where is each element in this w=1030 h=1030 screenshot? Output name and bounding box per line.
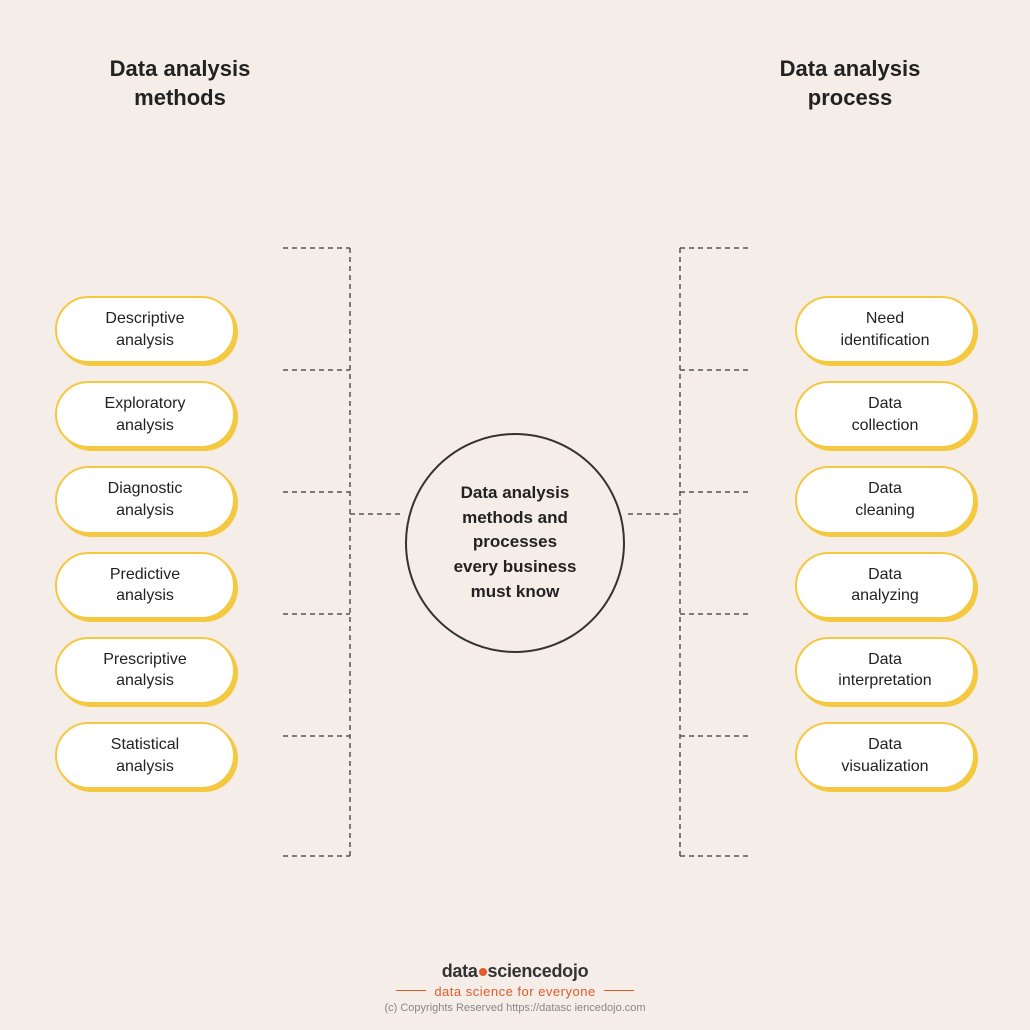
left-section-title: Data analysis methods: [80, 55, 280, 112]
pill-data-visualization: Data visualization: [795, 722, 975, 789]
logo: datasciencedojo: [384, 961, 645, 982]
center-text: Data analysis methods and processes ever…: [454, 481, 577, 604]
main-container: Data analysis methods Data analysis proc…: [0, 0, 1030, 1030]
footer: datasciencedojo data science for everyon…: [384, 953, 645, 1030]
tagline-dash-left: [396, 990, 426, 992]
pill-predictive: Predictive analysis: [55, 552, 235, 619]
logo-part1: data: [442, 961, 478, 981]
copyright-text: (c) Copyrights Reserved https://datasc i…: [384, 1002, 645, 1014]
right-section-title: Data analysis process: [750, 55, 950, 112]
tagline-dash-right: [604, 990, 634, 992]
pill-prescriptive: Prescriptive analysis: [55, 637, 235, 704]
pill-data-cleaning: Data cleaning: [795, 466, 975, 533]
center-area: Data analysis methods and processes ever…: [405, 433, 625, 653]
pill-data-collection: Data collection: [795, 381, 975, 448]
pill-need-id: Need identification: [795, 296, 975, 363]
right-column: Need identification Data collection Data…: [795, 296, 975, 789]
pill-descriptive: Descriptive analysis: [55, 296, 235, 363]
logo-dot-icon: [479, 968, 487, 976]
tagline-line: data science for everyone: [384, 982, 645, 999]
center-circle: Data analysis methods and processes ever…: [405, 433, 625, 653]
pill-diagnostic: Diagnostic analysis: [55, 466, 235, 533]
tagline-text: data science for everyone: [434, 984, 595, 999]
headers: Data analysis methods Data analysis proc…: [0, 0, 1030, 112]
pill-statistical: Statistical analysis: [55, 722, 235, 789]
diagram-area: Descriptive analysis Exploratory analysi…: [0, 132, 1030, 953]
logo-part2: sci: [488, 961, 512, 981]
pill-data-analyzing: Data analyzing: [795, 552, 975, 619]
pill-data-interpretation: Data interpretation: [795, 637, 975, 704]
left-column: Descriptive analysis Exploratory analysi…: [55, 296, 235, 789]
pill-exploratory: Exploratory analysis: [55, 381, 235, 448]
logo-part3: encedojo: [512, 961, 589, 981]
